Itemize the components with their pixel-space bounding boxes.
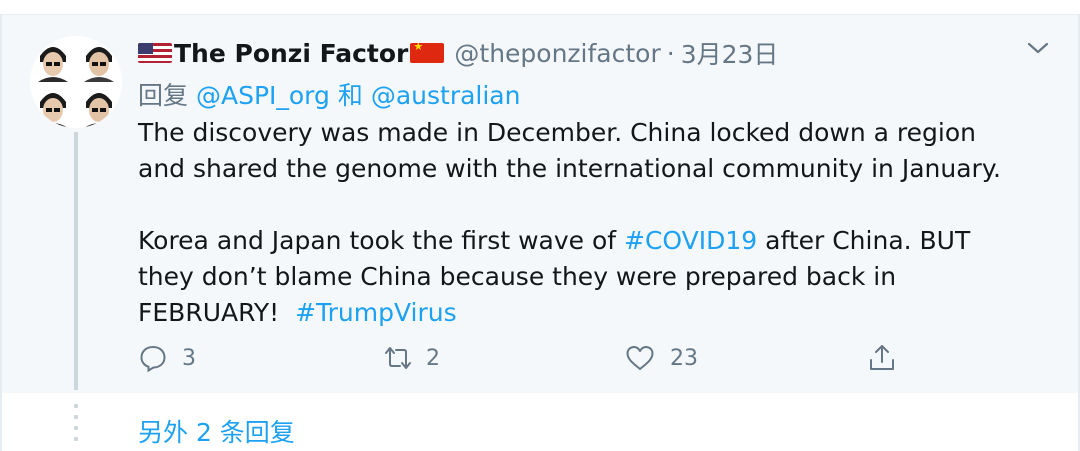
body-line: and shared the genome with the internati… [138,154,1002,183]
body-text-segment: after China. BUT [757,226,971,255]
thread-dots [74,404,78,451]
reply-icon [140,345,166,373]
tweet-date[interactable]: 3月23日 [681,35,779,71]
show-more-replies-link[interactable]: 另外 2 条回复 [138,413,295,449]
body-line: The discovery was made in December. Chin… [138,118,976,147]
avatar[interactable] [30,36,122,128]
reply-context: 回复 @ASPI_org 和 @australian [138,76,520,112]
author-name[interactable]: The Ponzi Factor [174,39,408,68]
share-button[interactable] [866,338,898,378]
body-line: they don’t blame China because they were… [138,262,897,291]
mention-australian[interactable]: @australian [371,81,521,110]
tweet-body: The discovery was made in December. Chin… [138,115,1058,331]
retweet-icon [385,347,411,369]
chevron-down-icon [1027,42,1049,54]
tweet-header: The Ponzi Factor @theponzifactor · 3月23日 [138,36,778,70]
like-button[interactable]: 23 [624,338,698,378]
top-strip [0,0,1080,14]
thread-line [74,132,78,390]
author-handle[interactable]: @theponzifactor [454,39,660,68]
header-separator: · [666,38,675,68]
body-line: FEBRUARY! #TrumpVirus [138,295,1058,331]
body-text-segment: Korea and Japan took the first wave of [138,226,624,255]
retweet-count: 2 [426,345,440,371]
like-count: 23 [670,345,698,371]
tweet-thread-view: The Ponzi Factor @theponzifactor · 3月23日… [0,0,1080,451]
china-flag-icon [410,43,445,63]
body-text-segment: FEBRUARY! [138,298,296,327]
hashtag-trumpvirus[interactable]: #TrumpVirus [295,298,457,327]
heart-icon [626,346,654,370]
reply-count: 3 [182,345,196,371]
share-icon [870,345,894,370]
left-border [0,14,2,451]
mention-aspi[interactable]: @ASPI_org [196,81,330,110]
hashtag-covid19[interactable]: #COVID19 [624,226,757,255]
body-line: Korea and Japan took the first wave of #… [138,223,1058,259]
retweet-button[interactable]: 2 [380,338,440,378]
reply-joiner: 和 [337,81,363,110]
more-options-button[interactable] [1025,38,1051,58]
reply-button[interactable]: 3 [138,338,196,378]
us-flag-icon [138,43,172,63]
reply-prefix: 回复 [138,81,189,110]
tweet-actions: 3 2 23 [138,338,918,378]
